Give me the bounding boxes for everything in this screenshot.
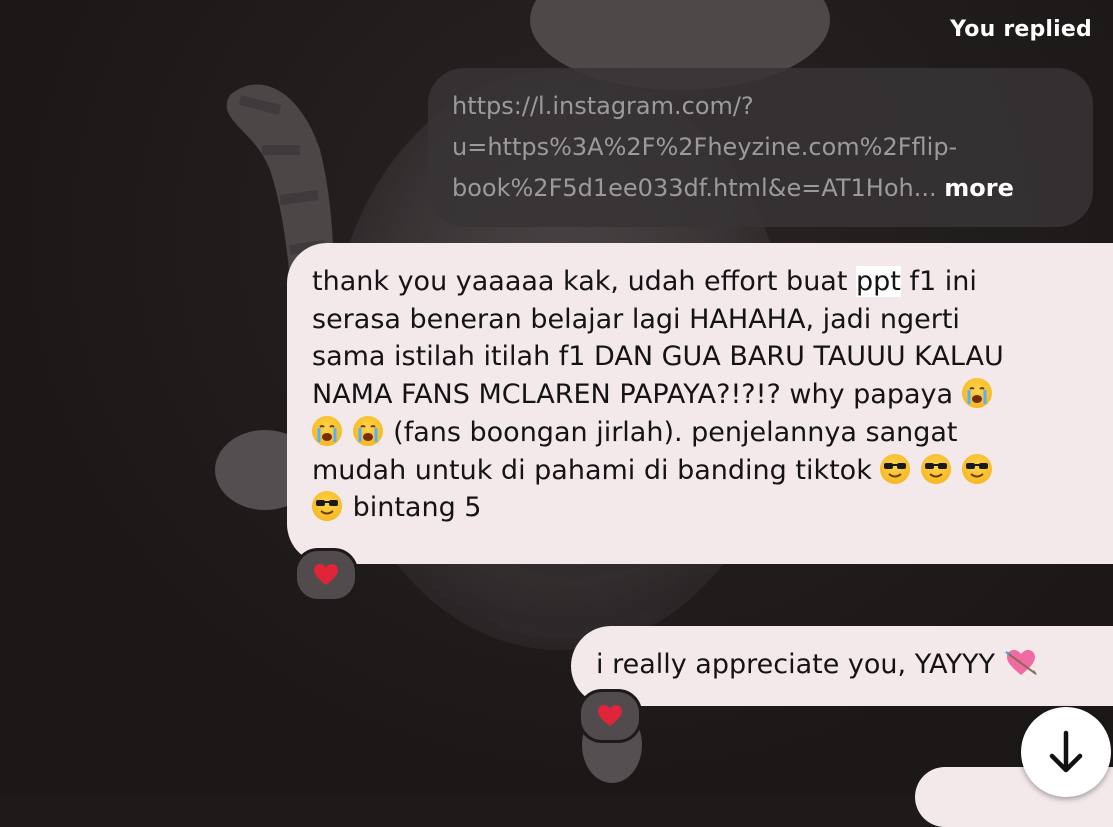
replied-link-bubble[interactable]: https://l.instagram.com/? u=https%3A%2F%…: [428, 68, 1093, 227]
message-text: thank you yaaaaa kak, udah effort buat: [312, 266, 857, 297]
loudly-crying-face-icon: [961, 378, 992, 409]
message-line: bintang 5: [312, 489, 1103, 527]
red-heart-icon: [314, 564, 338, 585]
replied-link-text: book%2F5d1ee033df.html&e=AT1Hoh...: [452, 174, 937, 202]
arrow-down-icon: [1049, 730, 1083, 773]
replied-link-line: https://l.instagram.com/?: [452, 92, 754, 120]
reaction-pill[interactable]: [578, 689, 642, 743]
message-line: (fans boongan jirlah). penjelannya sanga…: [312, 414, 1103, 452]
smiling-face-with-sunglasses-icon: [312, 491, 342, 522]
smiling-face-with-sunglasses-icon: [880, 453, 911, 484]
you-replied-label: You replied: [950, 17, 1092, 42]
smiling-face-with-sunglasses-icon: [961, 453, 992, 484]
replied-link-line: book%2F5d1ee033df.html&e=AT1Hoh... more: [452, 168, 1069, 209]
message-line: thank you yaaaaa kak, udah effort buat p…: [312, 263, 1103, 301]
message-bubble[interactable]: thank you yaaaaa kak, udah effort buat p…: [287, 243, 1113, 564]
heart-with-arrow-icon: [1004, 648, 1037, 678]
more-link[interactable]: more: [944, 174, 1014, 202]
red-heart-icon: [598, 705, 622, 726]
scroll-to-bottom-button[interactable]: [1021, 707, 1111, 797]
message-text: mudah untuk di pahami di banding tiktok: [312, 454, 872, 486]
message-text: (fans boongan jirlah). penjelannya sanga…: [384, 416, 958, 448]
loudly-crying-face-icon: [352, 415, 383, 446]
message-line: NAMA FANS MCLAREN PAPAYA?!?!? why papaya: [312, 376, 1103, 414]
loudly-crying-face-icon: [312, 415, 342, 446]
replied-link-line: u=https%3A%2F%2Fheyzine.com%2Fflip-: [452, 133, 958, 161]
message-text: i really appreciate you, YAYYY: [596, 649, 995, 680]
selected-text[interactable]: ppt: [856, 266, 901, 297]
message-bubble[interactable]: i really appreciate you, YAYYY: [571, 626, 1113, 706]
message-line: mudah untuk di pahami di banding tiktok: [312, 452, 1103, 490]
message-line: i really appreciate you, YAYYY: [596, 646, 1107, 684]
message-line: serasa beneran belajar lagi HAHAHA, jadi…: [312, 303, 960, 335]
message-text: bintang 5: [344, 492, 482, 524]
message-line: sama istilah itilah f1 DAN GUA BARU TAUU…: [312, 341, 1004, 373]
smiling-face-with-sunglasses-icon: [921, 453, 952, 484]
reaction-pill[interactable]: [294, 548, 358, 602]
message-text: f1 ini: [900, 266, 977, 297]
message-text: NAMA FANS MCLAREN PAPAYA?!?!? why papaya: [312, 379, 954, 411]
